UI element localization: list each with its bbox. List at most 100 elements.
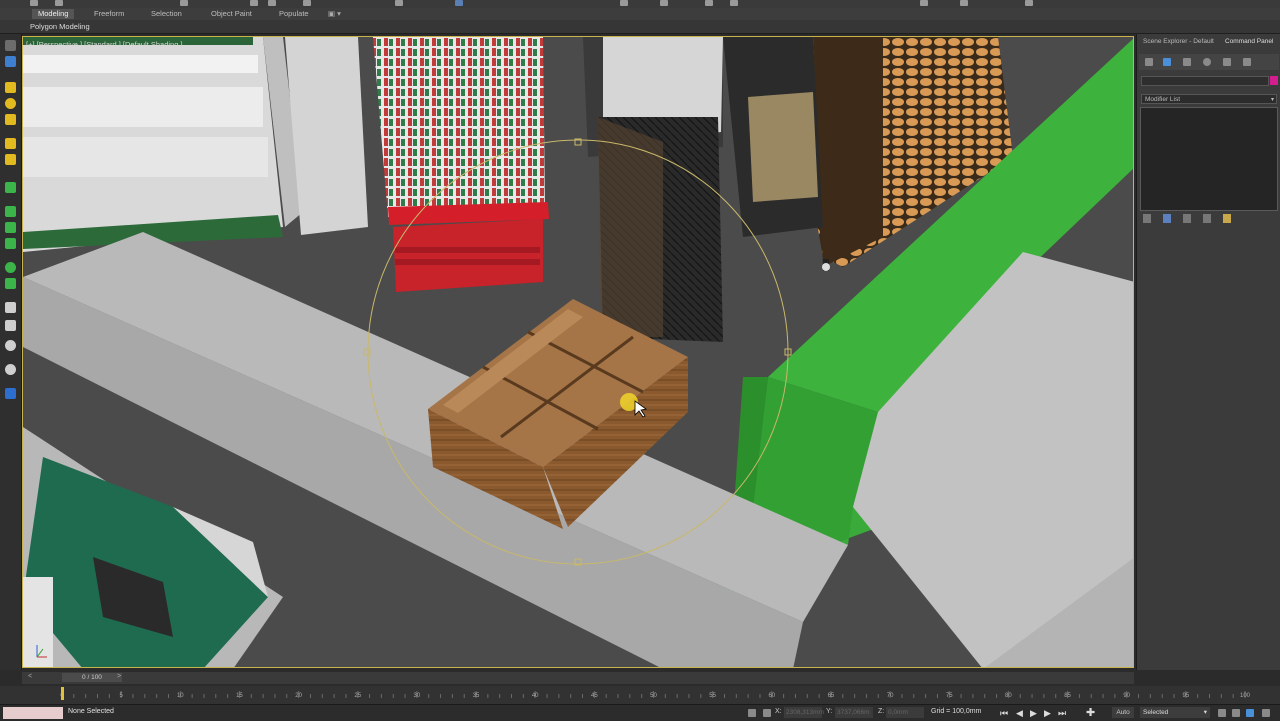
tab-object-paint[interactable]: Object Paint bbox=[205, 9, 258, 19]
modifier-list-label: Modifier List bbox=[1145, 96, 1181, 103]
object-color-swatch[interactable] bbox=[1270, 76, 1278, 85]
motion-tab-icon[interactable] bbox=[1203, 58, 1211, 66]
sphere-icon[interactable] bbox=[5, 98, 16, 109]
field-of-view-icon[interactable] bbox=[1246, 709, 1254, 717]
link-icon[interactable] bbox=[180, 0, 188, 6]
cylinder-icon[interactable] bbox=[5, 114, 16, 125]
polygon-modeling-label[interactable]: Polygon Modeling bbox=[30, 22, 90, 31]
box-icon[interactable] bbox=[5, 82, 16, 93]
grocery-shelf bbox=[373, 37, 549, 292]
auto-key-button[interactable]: Auto bbox=[1112, 707, 1134, 718]
align-icon[interactable] bbox=[660, 0, 668, 6]
light-icon[interactable] bbox=[5, 302, 16, 313]
modifier-stack[interactable] bbox=[1140, 107, 1278, 211]
tab-scene-explorer[interactable]: Scene Explorer - Default bbox=[1143, 38, 1214, 45]
layer-explorer-icon[interactable] bbox=[705, 0, 713, 6]
remove-modifier-icon[interactable] bbox=[1203, 214, 1211, 223]
undo-icon[interactable] bbox=[30, 0, 38, 6]
timeline-tick-label: 100 bbox=[1240, 693, 1251, 699]
display-tab-icon[interactable] bbox=[1223, 58, 1231, 66]
torus-knot-icon[interactable] bbox=[5, 262, 16, 273]
next-key-icon[interactable]: ▶ bbox=[1044, 708, 1051, 719]
chevron-down-icon: ▾ bbox=[1203, 709, 1207, 716]
render-setup-icon[interactable] bbox=[960, 0, 968, 6]
time-slider[interactable]: < 0 / 100 > bbox=[22, 672, 1134, 684]
next-frame-icon[interactable]: > bbox=[117, 673, 121, 680]
track-bar[interactable]: 0510152025303540455055606570758085909510… bbox=[0, 686, 1280, 704]
beverage-bottles bbox=[748, 92, 818, 202]
timeline-tick-label: 35 bbox=[473, 693, 480, 699]
angle-snap-icon[interactable] bbox=[455, 0, 463, 6]
x-coordinate-field[interactable]: 2308,313mm bbox=[784, 707, 824, 718]
redo-icon[interactable] bbox=[55, 0, 63, 6]
go-to-end-icon[interactable]: ⏭ bbox=[1058, 708, 1066, 719]
tab-freeform[interactable]: Freeform bbox=[88, 9, 130, 19]
info-icon[interactable] bbox=[5, 364, 16, 375]
maxscript-listener[interactable] bbox=[3, 707, 63, 719]
play-icon[interactable]: ▶ bbox=[1030, 708, 1037, 719]
command-panel: Scene Explorer - Default Command Panel M… bbox=[1136, 34, 1280, 670]
render-icon[interactable] bbox=[1025, 0, 1033, 6]
hierarchy-tab-icon[interactable] bbox=[1183, 58, 1191, 66]
make-unique-icon[interactable] bbox=[1183, 214, 1191, 223]
configure-sets-icon[interactable] bbox=[1223, 214, 1231, 223]
timeline-tick-label: 60 bbox=[768, 693, 775, 699]
select-scale-icon[interactable] bbox=[303, 0, 311, 6]
tab-populate[interactable]: Populate bbox=[273, 9, 315, 19]
snap-toggle-icon[interactable] bbox=[395, 0, 403, 6]
rb-plugin-icon[interactable] bbox=[5, 388, 16, 399]
zoom-icon[interactable] bbox=[1218, 709, 1226, 717]
geosphere-icon[interactable] bbox=[5, 222, 16, 233]
tab-modeling[interactable]: Modeling bbox=[32, 9, 75, 19]
modify-tab-icon[interactable] bbox=[1163, 58, 1171, 66]
timeline-tick-label: 15 bbox=[236, 693, 243, 699]
curve-editor-icon[interactable] bbox=[730, 0, 738, 6]
torus-icon[interactable] bbox=[5, 154, 16, 165]
utilities-tab-icon[interactable] bbox=[1243, 58, 1251, 66]
hedra-icon[interactable] bbox=[5, 278, 16, 289]
z-label: Z: bbox=[878, 708, 885, 715]
material-editor-icon[interactable] bbox=[920, 0, 928, 6]
ribbon-tab-bar: Modeling Freeform Selection Object Paint… bbox=[0, 8, 1280, 20]
plane-icon[interactable] bbox=[5, 182, 16, 193]
create-tab-icon[interactable] bbox=[1145, 58, 1153, 66]
set-key-icon[interactable]: ✚ bbox=[1086, 706, 1095, 719]
create-icon[interactable] bbox=[5, 40, 16, 51]
camera-icon[interactable] bbox=[5, 320, 16, 331]
current-frame-marker[interactable] bbox=[61, 687, 64, 700]
absolute-mode-icon[interactable] bbox=[763, 709, 771, 717]
prev-frame-icon[interactable]: < bbox=[28, 673, 32, 680]
teapot-icon[interactable] bbox=[5, 238, 16, 249]
prev-key-icon[interactable]: ◀ bbox=[1016, 708, 1023, 719]
ribbon-options-icon[interactable]: ▣ ▾ bbox=[322, 9, 347, 19]
timeline-tick-label: 55 bbox=[709, 693, 716, 699]
gear-icon[interactable] bbox=[5, 340, 16, 351]
set-key-filter-dropdown[interactable]: Selected ▾ bbox=[1140, 707, 1210, 718]
y-coordinate-field[interactable]: 3737,066m bbox=[835, 707, 873, 718]
perspective-viewport[interactable]: [+] [Perspective ] [Standard ] [Default … bbox=[22, 36, 1134, 668]
modifier-list-dropdown[interactable]: Modifier List ▾ bbox=[1141, 94, 1277, 104]
timeline-tick-label: 65 bbox=[828, 693, 835, 699]
zoom-all-icon[interactable] bbox=[1232, 709, 1240, 717]
tube-icon[interactable] bbox=[5, 138, 16, 149]
ribbon-panel: Polygon Modeling bbox=[0, 20, 1280, 34]
object-name-field[interactable] bbox=[1141, 76, 1269, 86]
x-label: X: bbox=[775, 708, 782, 715]
timeline-tick-label: 50 bbox=[650, 693, 657, 699]
pin-stack-icon[interactable] bbox=[1143, 214, 1151, 223]
go-to-start-icon[interactable]: ⏮ bbox=[1000, 708, 1008, 719]
z-coordinate-field[interactable]: 0,0mm bbox=[886, 707, 924, 718]
viewport-label[interactable]: [+] [Perspective ] [Standard ] [Default … bbox=[26, 40, 183, 49]
frame-counter[interactable]: 0 / 100 bbox=[62, 673, 122, 682]
lock-selection-icon[interactable] bbox=[748, 709, 756, 717]
tab-selection[interactable]: Selection bbox=[145, 9, 188, 19]
select-icon[interactable] bbox=[5, 56, 16, 67]
pan-icon[interactable] bbox=[1262, 709, 1270, 717]
tab-command-panel[interactable]: Command Panel bbox=[1225, 38, 1273, 45]
timeline-tick-label: 45 bbox=[591, 693, 598, 699]
mirror-icon[interactable] bbox=[620, 0, 628, 6]
pyramid-icon[interactable] bbox=[5, 206, 16, 217]
select-rotate-icon[interactable] bbox=[268, 0, 276, 6]
show-end-result-icon[interactable] bbox=[1163, 214, 1171, 223]
select-move-icon[interactable] bbox=[250, 0, 258, 6]
